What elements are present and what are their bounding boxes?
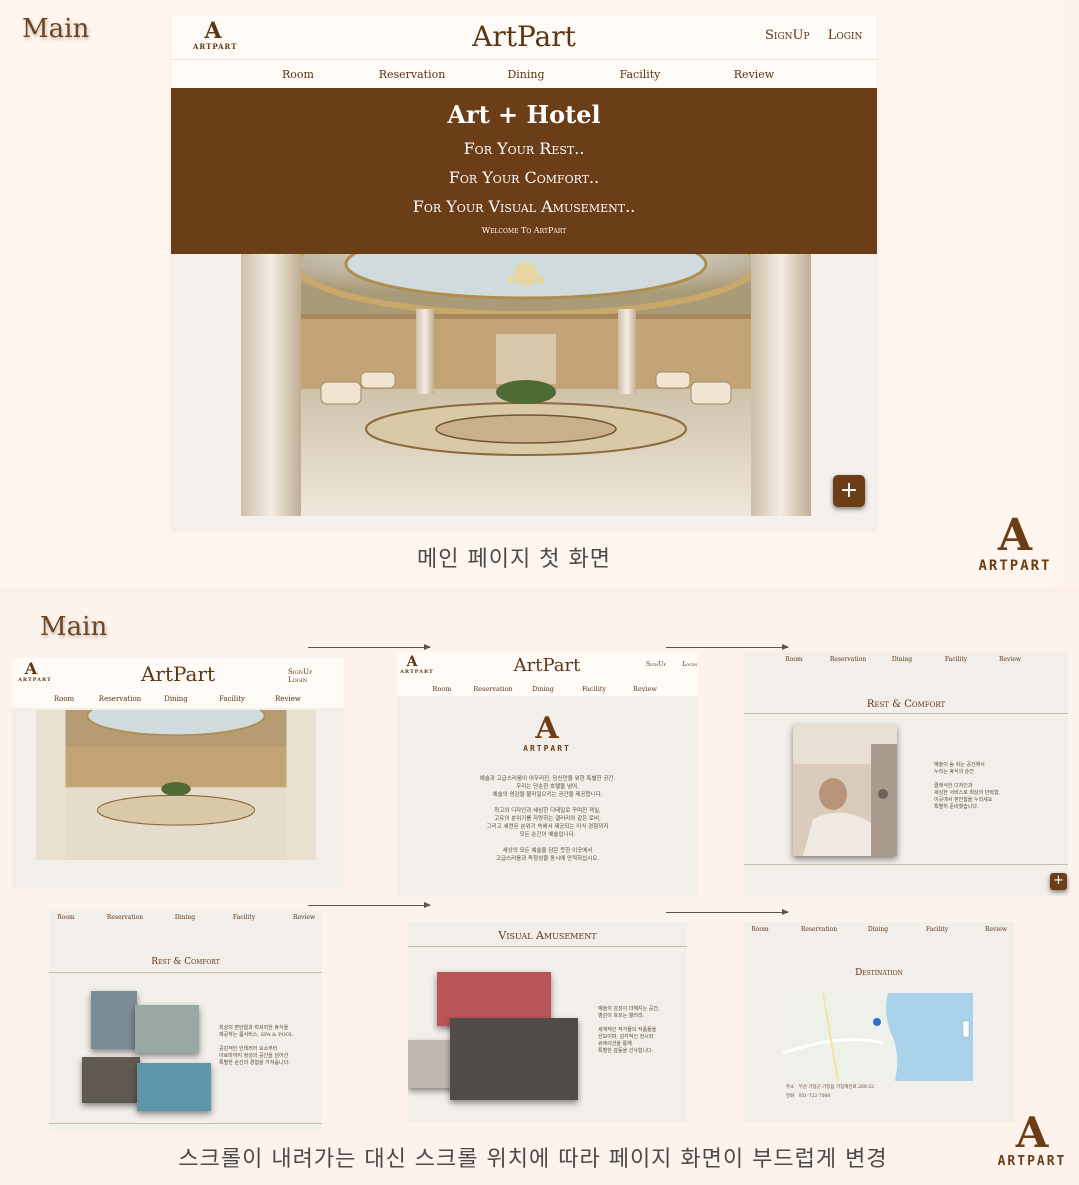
- visual-side: 예술의 감성이 더해지는 공간, 영감이 흐르는 갤러리. 세계적인 작가들의 …: [598, 1006, 660, 1055]
- thumb-intro: A ARTPART ArtPart SignUp Login Room Rese…: [397, 652, 698, 896]
- lobby-photo: [241, 254, 811, 516]
- room-photo: [793, 724, 897, 856]
- hero-welcome: Welcome To ArtPart: [481, 226, 567, 235]
- site-header: A ARTPART ArtPart SignUp Login: [171, 15, 877, 59]
- intro-logo: A ARTPART: [523, 711, 571, 754]
- hero-title: Art + Hotel: [447, 100, 601, 129]
- destination-phone: 전화 051-722-7000: [786, 1094, 831, 1099]
- spa-photo-2: [135, 1005, 199, 1053]
- rest-side-b: 최상의 편안함과 럭셔리한 휴식을 제공하는 룸서비스, SPA & POOL …: [219, 1025, 294, 1066]
- thumb-logo: A ARTPART: [18, 659, 52, 684]
- arrow-2: [666, 644, 789, 650]
- thumb-main: A ARTPART ArtPart SignUp Login Room Rese…: [12, 658, 344, 888]
- thumb-lobby-photo: [36, 710, 316, 860]
- thumb-rest-room: Room Reservation Dining Facility Review …: [744, 652, 1068, 896]
- caption-bottom: 스크롤이 내려가는 대신 스크롤 위치에 따라 페이지 화면이 부드럽게 변경: [178, 1147, 888, 1172]
- intro-text: 예술과 고급스러움이 어우러진, 당신만을 위한 특별한 공간. 우리는 단순한…: [479, 776, 616, 862]
- rest-side-a: 예술이 숨 쉬는 공간에서 누리는 휴식의 순간 클래식한 디자인과 세심한 서…: [934, 762, 1001, 811]
- spa-photo-4: [137, 1063, 211, 1111]
- gallery-photo-3: [450, 1018, 578, 1100]
- main-nav: Room Reservation Dining Facility Review: [171, 59, 877, 88]
- thumb-visual: Visual Amusement 예술의 감성이 더해지는 공간, 영감이 흐르…: [408, 922, 687, 1122]
- signup-link[interactable]: SignUp: [765, 28, 810, 43]
- divider: [0, 588, 1079, 592]
- section-label-bottom: Main: [40, 612, 108, 642]
- caption-top: 메인 페이지 첫 화면: [417, 547, 611, 572]
- hero-line-visual: For Your Visual Amusement..: [412, 197, 636, 216]
- auth-links: SignUp Login: [751, 28, 862, 43]
- hero-line-rest: For Your Rest..: [463, 139, 585, 158]
- site-title: ArtPart: [472, 20, 576, 53]
- login-link[interactable]: Login: [828, 28, 863, 43]
- spa-photo-1: [91, 991, 137, 1049]
- floating-plus-button[interactable]: +: [833, 475, 865, 507]
- nav-facility[interactable]: Facility: [620, 68, 661, 81]
- nav-review[interactable]: Review: [734, 68, 774, 81]
- main-page-screenshot: A ARTPART ArtPart SignUp Login Room Rese…: [171, 15, 877, 529]
- nav-dining[interactable]: Dining: [507, 68, 544, 81]
- section-label-top: Main: [22, 14, 90, 44]
- thumb-rest-spa: Room Reservation Dining Facility Review …: [49, 911, 322, 1131]
- corner-logo-bottom: A ARTPART: [997, 1108, 1067, 1170]
- hero-line-comfort: For Your Comfort..: [448, 168, 600, 187]
- nav-reservation[interactable]: Reservation: [379, 68, 446, 81]
- corner-logo-top: A ARTPART: [978, 510, 1052, 575]
- site-logo[interactable]: A ARTPART: [193, 20, 236, 51]
- arrow-4: [666, 909, 789, 915]
- thumb-plus-button: +: [1050, 873, 1067, 890]
- spa-photo-3: [82, 1057, 140, 1103]
- hero-banner: Art + Hotel For Your Rest.. For Your Com…: [171, 88, 877, 254]
- arrow-3: [308, 902, 431, 908]
- destination-address: 주소 부산 기장군 기장읍 기장해안로 268-32: [786, 1085, 874, 1090]
- thumb-destination: Room Reservation Dining Facility Review …: [744, 922, 1014, 1122]
- location-map[interactable]: [783, 993, 973, 1081]
- nav-room[interactable]: Room: [282, 68, 314, 81]
- arrow-1: [308, 644, 431, 650]
